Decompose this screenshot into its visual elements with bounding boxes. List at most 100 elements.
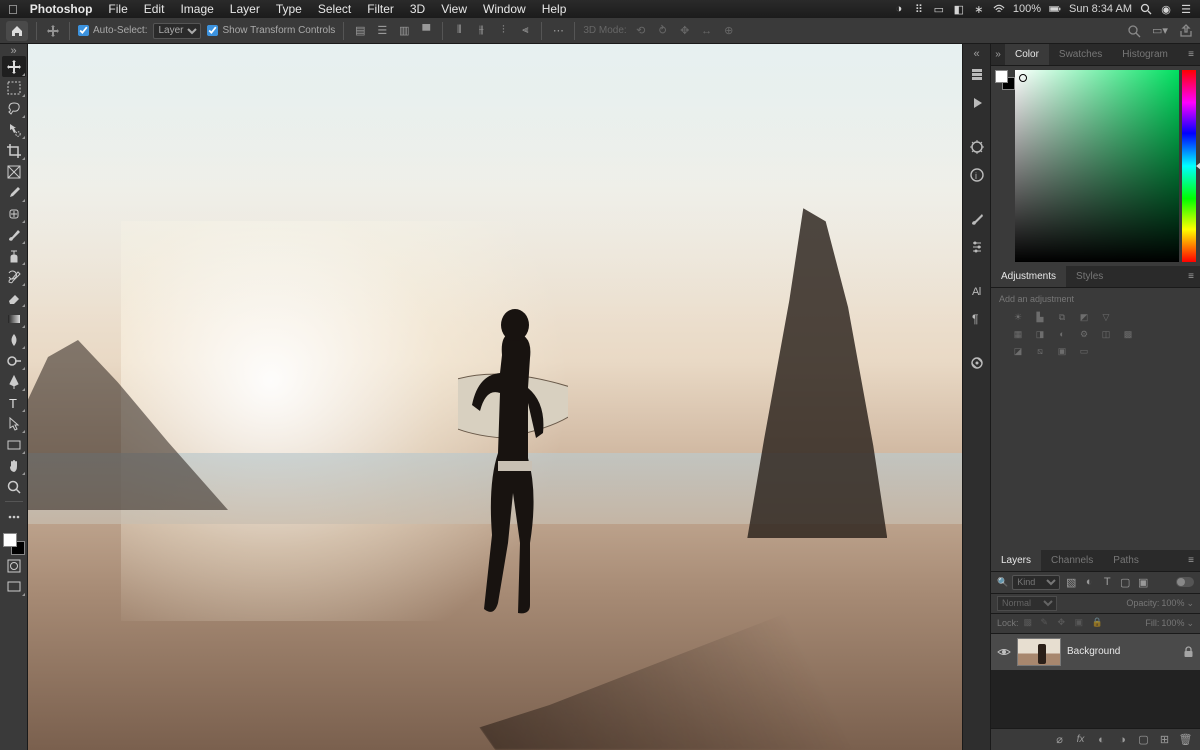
doc-arrange-icon[interactable]: ▭▾ — [1152, 23, 1168, 39]
document-canvas[interactable] — [28, 44, 962, 750]
tool-blur[interactable] — [2, 329, 26, 350]
tool-eraser[interactable] — [2, 287, 26, 308]
menu-filter[interactable]: Filter — [359, 0, 402, 18]
tool-move[interactable] — [2, 56, 26, 77]
align-left-icon[interactable]: ▤ — [352, 23, 368, 39]
panel-icon-libraries[interactable] — [966, 352, 988, 374]
adj-brightness-icon[interactable]: ☀ — [1011, 310, 1025, 324]
layer-name[interactable]: Background — [1067, 646, 1177, 657]
align-right-icon[interactable]: ▥ — [396, 23, 412, 39]
layers-panel-menu-icon[interactable]: ≡ — [1182, 550, 1200, 571]
tool-clone[interactable] — [2, 245, 26, 266]
adj-exposure-icon[interactable]: ◩ — [1077, 310, 1091, 324]
tool-dodge[interactable] — [2, 350, 26, 371]
panel-icon-brush-settings[interactable] — [966, 236, 988, 258]
3d-slide-icon[interactable]: ↔ — [699, 23, 715, 39]
menu-image[interactable]: Image — [172, 0, 221, 18]
panel-icon-brushes[interactable] — [966, 208, 988, 230]
status-wifi-icon[interactable] — [993, 3, 1005, 15]
layer-row-background[interactable]: Background — [991, 634, 1200, 670]
tools-expand-icon[interactable]: » — [0, 46, 27, 56]
adj-threshold-icon[interactable]: ⧅ — [1033, 344, 1047, 358]
color-fg-bg-swatch[interactable] — [991, 66, 1015, 266]
auto-select-checkbox[interactable]: Auto-Select: — [78, 25, 147, 36]
status-icon-1[interactable]: ◑ — [893, 3, 905, 15]
share-icon[interactable] — [1178, 23, 1194, 39]
adj-color-lookup-icon[interactable]: ◫ — [1099, 327, 1113, 341]
tool-quick-mask[interactable] — [2, 555, 26, 576]
panel-strip-expand-icon[interactable]: « — [963, 48, 990, 58]
menu-3d[interactable]: 3D — [402, 0, 433, 18]
tool-marquee[interactable] — [2, 77, 26, 98]
hue-marker-icon[interactable] — [1196, 162, 1200, 170]
layer-visibility-icon[interactable] — [997, 645, 1011, 659]
distribute-3-icon[interactable]: ⫶ — [495, 23, 511, 39]
status-spotlight-icon[interactable] — [1140, 3, 1152, 15]
tool-eyedropper[interactable] — [2, 182, 26, 203]
lock-all-icon[interactable]: 🔒 — [1092, 617, 1104, 629]
panels-collapse-icon[interactable]: » — [991, 44, 1005, 65]
panel-icon-info[interactable]: i — [966, 164, 988, 186]
adj-hue-icon[interactable]: ▦ — [1011, 327, 1025, 341]
menu-view[interactable]: View — [433, 0, 475, 18]
layers-filter-smart-icon[interactable]: ▣ — [1136, 575, 1150, 589]
adj-gradient-map-icon[interactable]: ▭ — [1077, 344, 1091, 358]
layers-filter-toggle[interactable] — [1176, 577, 1194, 587]
tab-styles[interactable]: Styles — [1066, 266, 1113, 287]
menu-edit[interactable]: Edit — [136, 0, 173, 18]
menu-layer[interactable]: Layer — [222, 0, 268, 18]
status-notifications-icon[interactable]: ☰ — [1180, 3, 1192, 15]
app-menu[interactable]: Photoshop — [22, 0, 101, 18]
lock-position-icon[interactable]: ✥ — [1058, 617, 1070, 629]
adj-levels-icon[interactable]: ▙ — [1033, 310, 1047, 324]
tool-screen-mode[interactable] — [2, 576, 26, 597]
tool-crop[interactable] — [2, 140, 26, 161]
layers-blend-mode[interactable]: Normal — [997, 596, 1057, 611]
3d-orbit-icon[interactable]: ⟲ — [633, 23, 649, 39]
layers-group-icon[interactable]: ▢ — [1137, 733, 1150, 746]
fill-chevron-icon[interactable]: ⌄ — [1186, 618, 1194, 629]
adj-posterize-icon[interactable]: ▩ — [1121, 327, 1135, 341]
layers-link-icon[interactable]: ⌀ — [1053, 733, 1066, 746]
tool-path-select[interactable] — [2, 413, 26, 434]
status-battery-icon[interactable] — [1049, 3, 1061, 15]
more-align-icon[interactable]: ⋯ — [550, 23, 566, 39]
distribute-1-icon[interactable]: ⫴ — [451, 23, 467, 39]
tool-pen[interactable] — [2, 371, 26, 392]
panel-icon-properties[interactable] — [966, 136, 988, 158]
color-hue-strip[interactable] — [1182, 70, 1196, 262]
menu-type[interactable]: Type — [268, 0, 310, 18]
lock-artboard-icon[interactable]: ▣ — [1075, 617, 1087, 629]
layers-filter-search-icon[interactable]: 🔍 — [997, 577, 1008, 588]
tab-adjustments[interactable]: Adjustments — [991, 266, 1066, 287]
fill-value[interactable]: 100% — [1161, 618, 1184, 628]
apple-menu-icon[interactable]:  — [8, 2, 18, 17]
tab-histogram[interactable]: Histogram — [1112, 44, 1178, 65]
layers-filter-adjust-icon[interactable]: ◐ — [1082, 575, 1096, 589]
panel-icon-paragraph[interactable]: ¶ — [966, 308, 988, 330]
adj-selective-icon[interactable]: ▣ — [1055, 344, 1069, 358]
tool-history-brush[interactable] — [2, 266, 26, 287]
panel-icon-character[interactable]: A — [966, 280, 988, 302]
status-siri-icon[interactable]: ◉ — [1160, 3, 1172, 15]
tool-quick-select[interactable] — [2, 119, 26, 140]
adj-curves-icon[interactable]: ⧉ — [1055, 310, 1069, 324]
layers-mask-icon[interactable]: ◐ — [1095, 733, 1108, 746]
layers-new-icon[interactable]: ⊞ — [1158, 733, 1171, 746]
adj-vibrance-icon[interactable]: ▽ — [1099, 310, 1113, 324]
distribute-4-icon[interactable]: ⫷ — [517, 23, 533, 39]
layers-filter-pixel-icon[interactable]: ▧ — [1064, 575, 1078, 589]
menu-help[interactable]: Help — [534, 0, 575, 18]
tool-healing[interactable] — [2, 203, 26, 224]
lock-pixels-icon[interactable]: ▩ — [1024, 617, 1036, 629]
menu-window[interactable]: Window — [475, 0, 534, 18]
layer-lock-icon[interactable] — [1183, 646, 1194, 658]
opacity-value[interactable]: 100% — [1161, 598, 1184, 608]
tab-paths[interactable]: Paths — [1103, 550, 1149, 571]
auto-select-dropdown[interactable]: Layer — [153, 23, 201, 39]
status-display-icon[interactable]: ▭ — [933, 3, 945, 15]
3d-pan-icon[interactable]: ✥ — [677, 23, 693, 39]
3d-roll-icon[interactable]: ⥁ — [655, 23, 671, 39]
status-icon-2[interactable]: ⠿ — [913, 3, 925, 15]
tool-lasso[interactable] — [2, 98, 26, 119]
